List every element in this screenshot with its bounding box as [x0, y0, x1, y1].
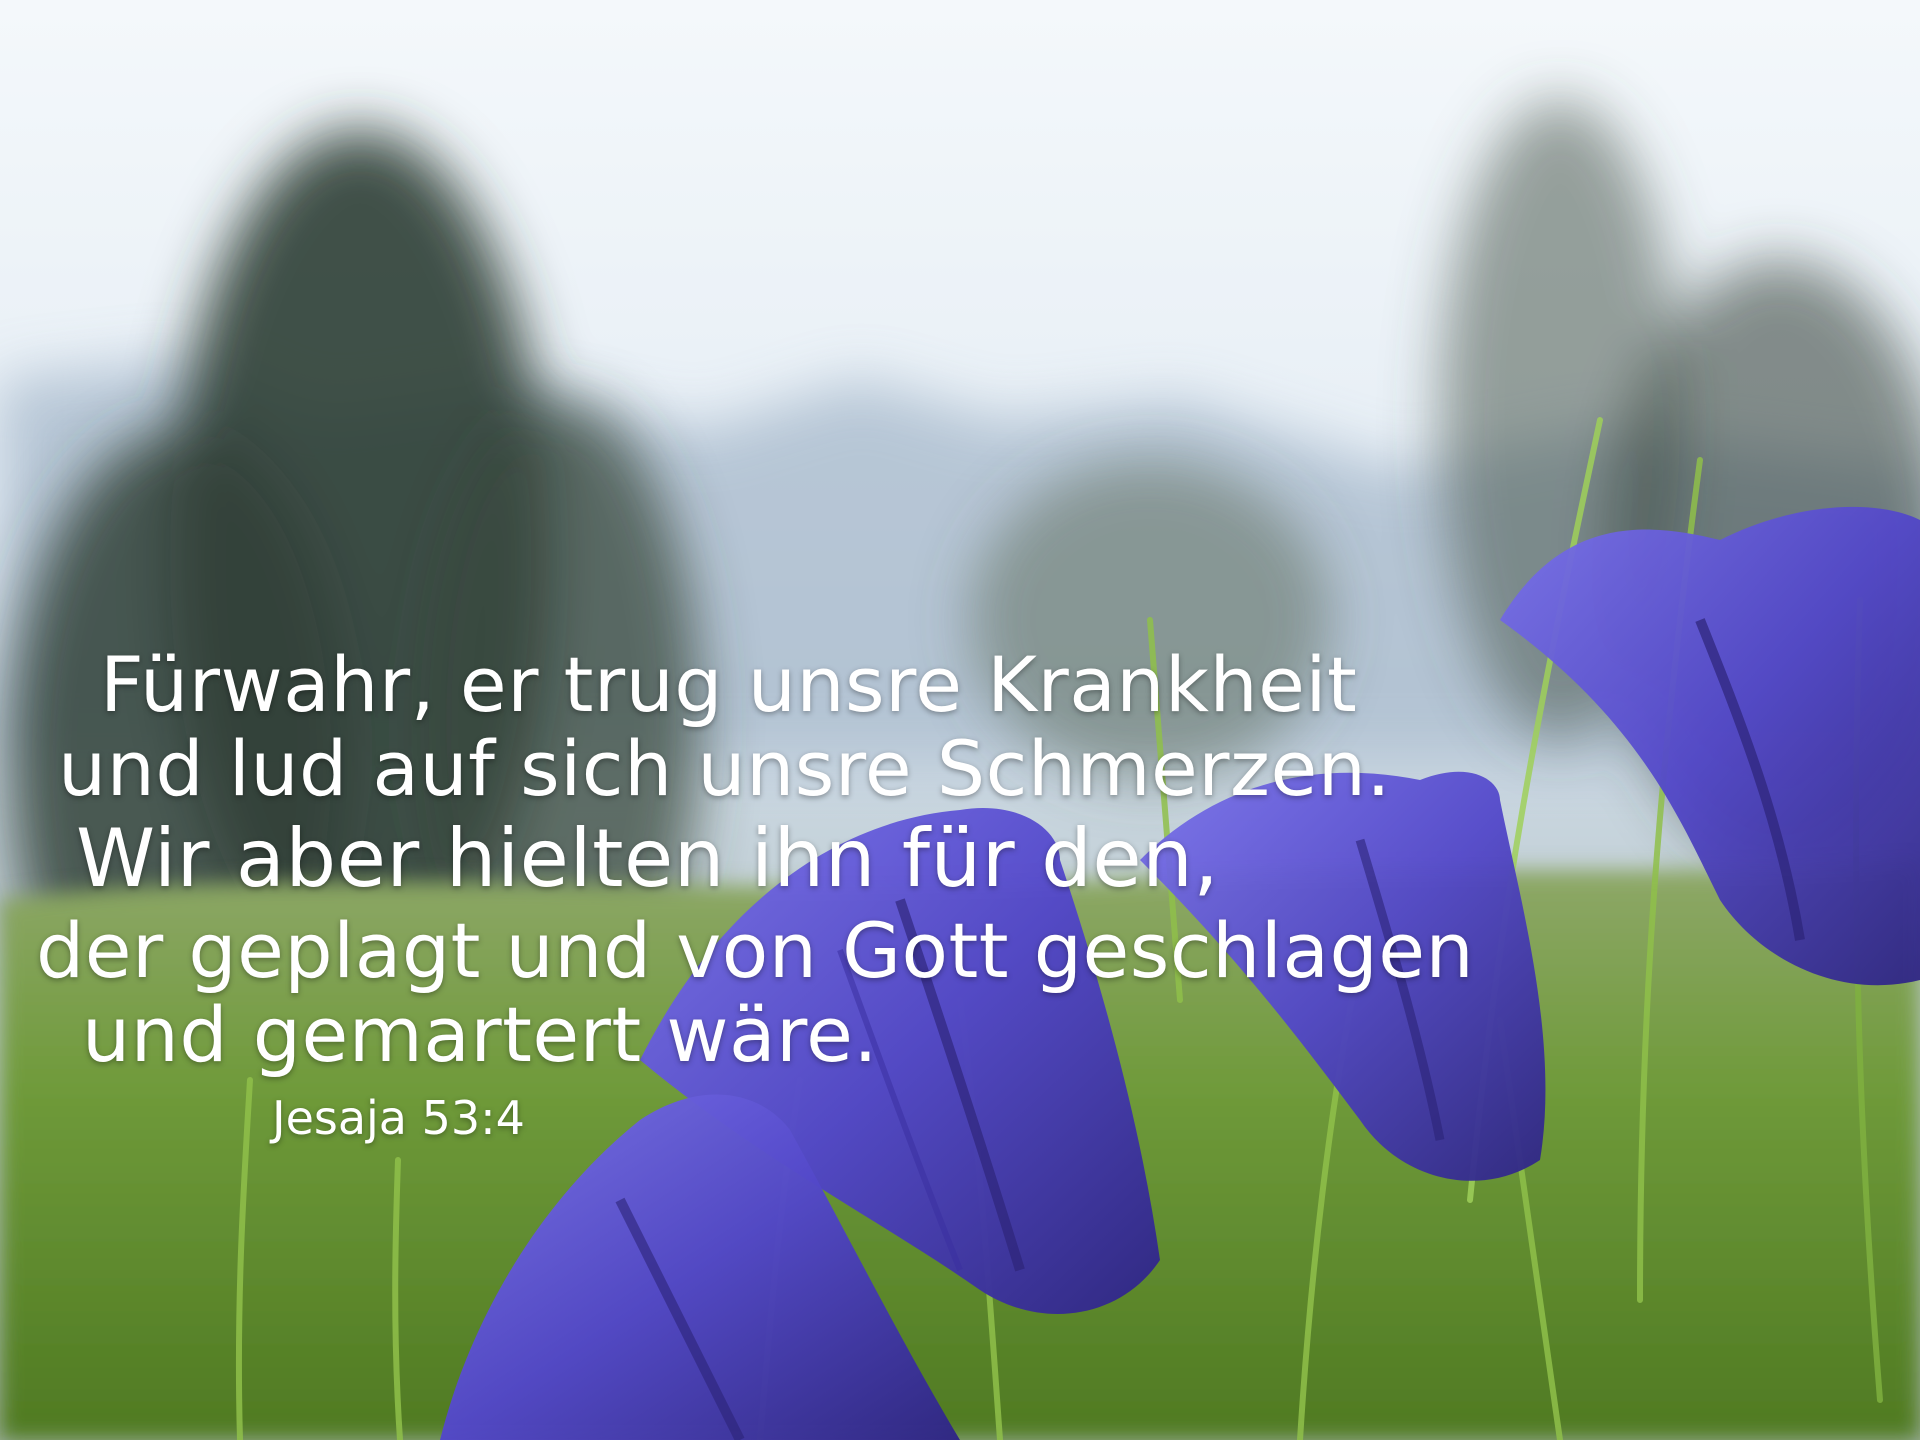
verse-line-3: Wir aber hielten ihn für den,: [76, 812, 1220, 905]
verse-line-5: und gemartert wäre.: [82, 990, 879, 1079]
verse-line-2: und lud auf sich unsre Schmerzen.: [58, 724, 1392, 813]
verse-line-4: der geplagt und von Gott geschlagen: [36, 906, 1475, 995]
verse-line-1: Fürwahr, er trug unsre Krankheit: [100, 640, 1358, 729]
photo-scene: Fürwahr, er trug unsre Krankheit und lud…: [0, 0, 1920, 1440]
verse-reference: Jesaja 53:4: [272, 1091, 525, 1145]
verse-overlay: Fürwahr, er trug unsre Krankheit und lud…: [0, 0, 1920, 1440]
